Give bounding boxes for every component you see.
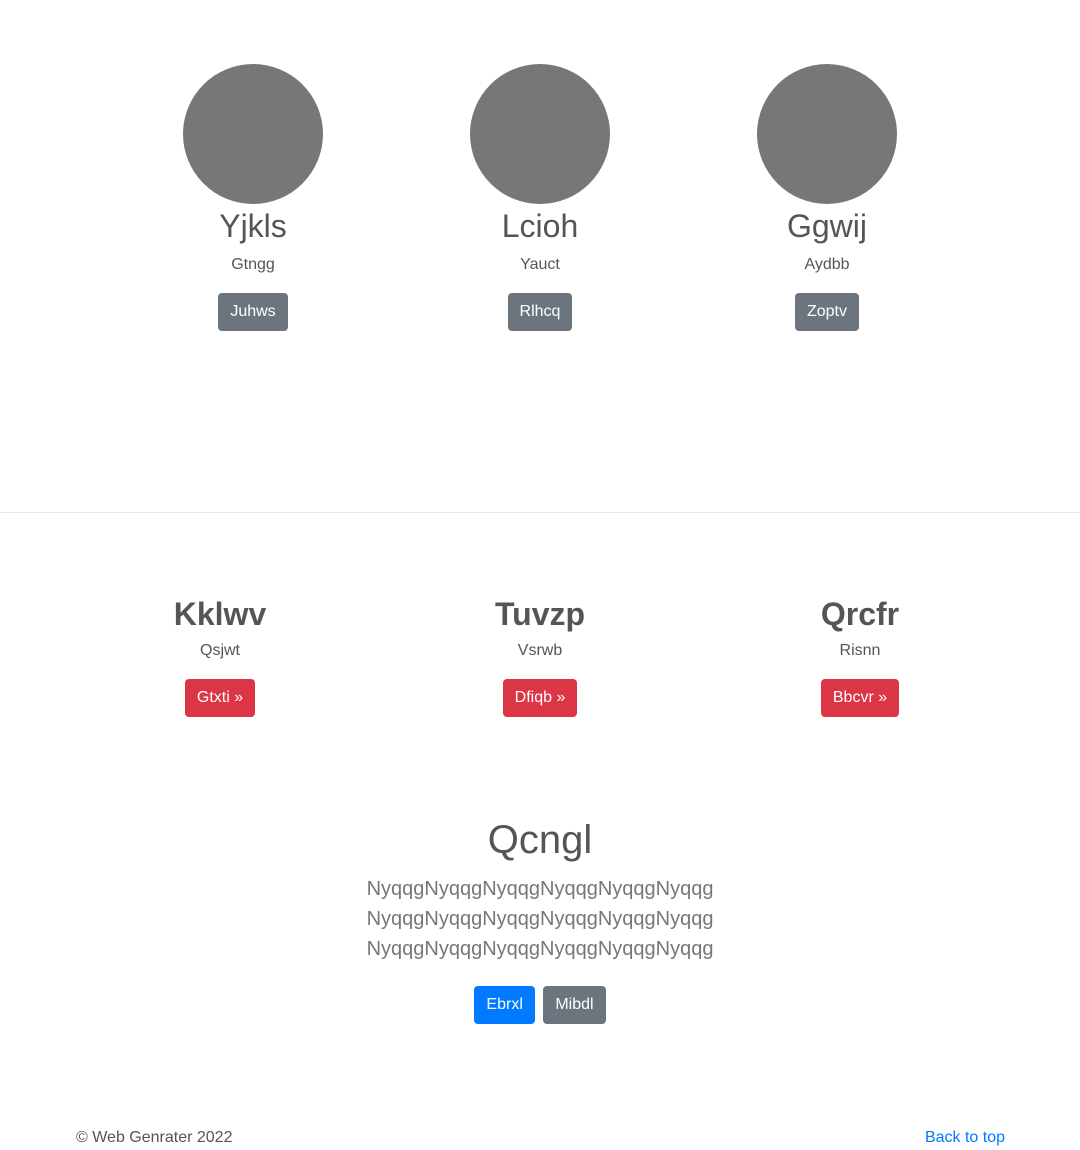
profile-subtitle: Yauct	[520, 256, 560, 273]
profile-name: Lcioh	[501, 208, 579, 244]
avatar	[470, 64, 610, 204]
feature-button[interactable]: Dfiqb »	[502, 679, 578, 717]
profile-button[interactable]: Juhws	[218, 293, 288, 331]
feature-column: Tuvzp Vsrwb Dfiqb »	[420, 594, 660, 717]
footer-copyright: © Web Genrater 2022	[76, 1129, 233, 1146]
hero-section: Qcngl NyqqgNyqqgNyqqgNyqqgNyqqgNyqqg Nyq…	[0, 814, 1080, 1024]
back-to-top-link[interactable]: Back to top	[925, 1128, 1005, 1148]
profile-name: Yjkls	[219, 208, 287, 244]
feature-subtitle: Qsjwt	[200, 642, 240, 659]
feature-title: Tuvzp	[494, 596, 586, 632]
hero-lead-text: NyqqgNyqqgNyqqgNyqqgNyqqgNyqqg NyqqgNyqq…	[366, 878, 714, 960]
avatar	[183, 64, 323, 204]
hero-primary-button[interactable]: Ebrxl	[474, 986, 535, 1024]
feature-title: Kklwv	[173, 596, 267, 632]
profile-card: Lcioh Yauct Rlhcq	[430, 64, 650, 331]
page: Yjkls Gtngg Juhws Lcioh Yauct Rlhcq Ggwi…	[0, 0, 1080, 1150]
profile-name: Ggwij	[786, 208, 867, 244]
hero-actions: Ebrxl Mibdl	[0, 986, 1080, 1024]
feature-subtitle: Risnn	[839, 642, 881, 659]
feature-column: Kklwv Qsjwt Gtxti »	[100, 594, 340, 717]
feature-title: Qrcfr	[820, 596, 900, 632]
feature-button[interactable]: Bbcvr »	[820, 679, 900, 717]
feature-button[interactable]: Gtxti »	[184, 679, 256, 717]
feature-subtitle: Vsrwb	[517, 642, 563, 659]
section-divider	[0, 512, 1080, 513]
profile-subtitle: Gtngg	[231, 256, 275, 273]
feature-column: Qrcfr Risnn Bbcvr »	[740, 594, 980, 717]
profile-card: Ggwij Aydbb Zoptv	[717, 64, 937, 331]
avatar	[757, 64, 897, 204]
profile-card: Yjkls Gtngg Juhws	[143, 64, 363, 331]
hero-heading: Qcngl	[487, 818, 593, 862]
profile-button[interactable]: Rlhcq	[507, 293, 573, 331]
profile-subtitle: Aydbb	[804, 256, 850, 273]
profile-button[interactable]: Zoptv	[794, 293, 859, 331]
hero-secondary-button[interactable]: Mibdl	[543, 986, 606, 1024]
